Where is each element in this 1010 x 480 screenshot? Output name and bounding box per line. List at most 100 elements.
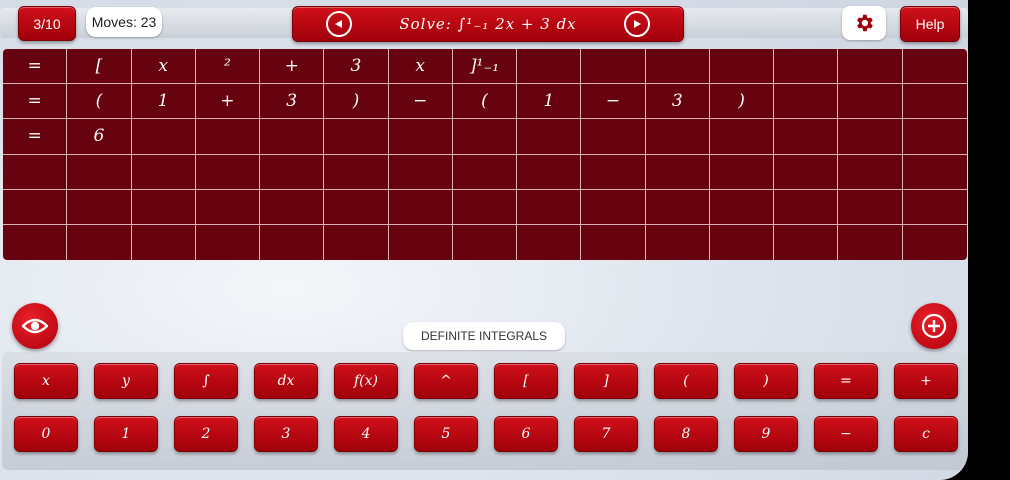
grid-cell[interactable] xyxy=(260,189,325,225)
grid-cell[interactable] xyxy=(131,154,196,190)
grid-cell[interactable]: [ xyxy=(67,49,132,85)
grid-cell[interactable] xyxy=(581,49,646,85)
key-row1-6[interactable]: [ xyxy=(494,363,558,399)
settings-button[interactable] xyxy=(842,6,886,40)
grid-cell[interactable] xyxy=(453,224,518,260)
key-row1-10[interactable]: = xyxy=(814,363,878,399)
grid-cell[interactable]: ) xyxy=(324,84,389,120)
key-row2-10[interactable]: − xyxy=(814,416,878,452)
key-row1-1[interactable]: y xyxy=(94,363,158,399)
grid-cell[interactable]: 3 xyxy=(324,49,389,85)
key-row1-4[interactable]: f(x) xyxy=(334,363,398,399)
grid-cell[interactable]: 1 xyxy=(517,84,582,120)
add-button[interactable] xyxy=(911,303,957,349)
grid-cell[interactable] xyxy=(645,189,710,225)
grid-cell[interactable] xyxy=(131,189,196,225)
grid-cell[interactable]: = xyxy=(3,119,68,155)
grid-cell[interactable] xyxy=(838,84,903,120)
grid-cell[interactable] xyxy=(902,49,967,85)
grid-cell[interactable] xyxy=(774,49,839,85)
grid-cell[interactable] xyxy=(581,119,646,155)
grid-cell[interactable] xyxy=(709,189,775,225)
key-row2-8[interactable]: 8 xyxy=(654,416,718,452)
grid-cell[interactable] xyxy=(452,154,518,190)
grid-cell[interactable] xyxy=(838,49,903,85)
help-button[interactable]: Help xyxy=(900,6,960,42)
grid-cell[interactable] xyxy=(3,224,68,260)
grid-cell[interactable] xyxy=(67,189,132,225)
grid-cell[interactable] xyxy=(132,224,196,260)
grid-cell[interactable] xyxy=(388,154,453,190)
grid-cell[interactable] xyxy=(774,189,839,225)
grid-cell[interactable] xyxy=(67,224,132,260)
grid-cell[interactable] xyxy=(67,154,132,190)
grid-cell[interactable] xyxy=(324,154,389,190)
grid-cell[interactable]: ² xyxy=(195,49,261,85)
grid-cell[interactable] xyxy=(195,119,261,155)
grid-cell[interactable] xyxy=(710,224,775,260)
key-row2-7[interactable]: 7 xyxy=(574,416,638,452)
key-row1-3[interactable]: dx xyxy=(254,363,318,399)
grid-cell[interactable] xyxy=(581,224,646,260)
grid-cell[interactable] xyxy=(260,119,325,155)
key-row1-2[interactable]: ∫ xyxy=(174,363,238,399)
grid-cell[interactable] xyxy=(3,189,68,225)
grid-cell[interactable] xyxy=(902,190,967,225)
grid-cell[interactable] xyxy=(388,189,453,225)
grid-cell[interactable]: = xyxy=(3,84,68,120)
grid-cell[interactable] xyxy=(196,224,261,260)
grid-cell[interactable] xyxy=(195,189,261,225)
key-row1-8[interactable]: ( xyxy=(654,363,718,399)
grid-cell[interactable] xyxy=(517,189,582,225)
grid-cell[interactable] xyxy=(838,224,903,260)
grid-cell[interactable]: − xyxy=(388,84,453,120)
grid-cell[interactable] xyxy=(838,189,903,225)
reveal-button[interactable] xyxy=(12,303,58,349)
grid-cell[interactable] xyxy=(902,84,967,120)
grid-cell[interactable] xyxy=(838,154,903,190)
grid-cell[interactable]: + xyxy=(195,84,261,120)
grid-cell[interactable]: − xyxy=(581,84,646,120)
grid-cell[interactable] xyxy=(324,119,389,155)
grid-cell[interactable] xyxy=(774,84,839,120)
grid-cell[interactable] xyxy=(645,154,710,190)
grid-cell[interactable]: ]¹₋₁ xyxy=(452,49,518,85)
key-row1-0[interactable]: x xyxy=(14,363,78,399)
grid-cell[interactable] xyxy=(838,119,903,155)
key-row2-1[interactable]: 1 xyxy=(94,416,158,452)
key-row2-4[interactable]: 4 xyxy=(334,416,398,452)
grid-cell[interactable]: x xyxy=(388,49,453,85)
grid-cell[interactable] xyxy=(709,154,775,190)
key-row1-9[interactable]: ) xyxy=(734,363,798,399)
grid-cell[interactable] xyxy=(645,119,710,155)
grid-cell[interactable] xyxy=(517,224,582,260)
grid-cell[interactable]: ( xyxy=(67,84,132,120)
next-problem-button[interactable] xyxy=(624,11,650,37)
grid-cell[interactable]: ) xyxy=(709,84,775,120)
key-row2-3[interactable]: 3 xyxy=(254,416,318,452)
grid-cell[interactable] xyxy=(131,119,196,155)
key-row2-5[interactable]: 5 xyxy=(414,416,478,452)
grid-cell[interactable] xyxy=(388,119,453,155)
grid-cell[interactable] xyxy=(709,49,775,85)
key-row1-5[interactable]: ^ xyxy=(414,363,478,399)
grid-cell[interactable] xyxy=(3,154,68,190)
key-row1-11[interactable]: + xyxy=(894,363,958,399)
grid-cell[interactable] xyxy=(645,49,710,85)
grid-cell[interactable] xyxy=(774,154,839,190)
grid-cell[interactable] xyxy=(709,119,775,155)
grid-cell[interactable] xyxy=(902,119,967,155)
grid-cell[interactable] xyxy=(452,189,518,225)
grid-cell[interactable] xyxy=(581,189,646,225)
grid-cell[interactable]: 3 xyxy=(260,84,325,120)
grid-cell[interactable] xyxy=(389,224,453,260)
key-row2-6[interactable]: 6 xyxy=(494,416,558,452)
grid-cell[interactable] xyxy=(517,119,582,155)
grid-cell[interactable]: + xyxy=(260,49,325,85)
grid-cell[interactable] xyxy=(646,224,710,260)
prev-problem-button[interactable] xyxy=(326,11,352,37)
grid-cell[interactable] xyxy=(581,154,646,190)
grid-cell[interactable] xyxy=(517,154,582,190)
key-row2-9[interactable]: 9 xyxy=(734,416,798,452)
grid-cell[interactable] xyxy=(324,189,389,225)
